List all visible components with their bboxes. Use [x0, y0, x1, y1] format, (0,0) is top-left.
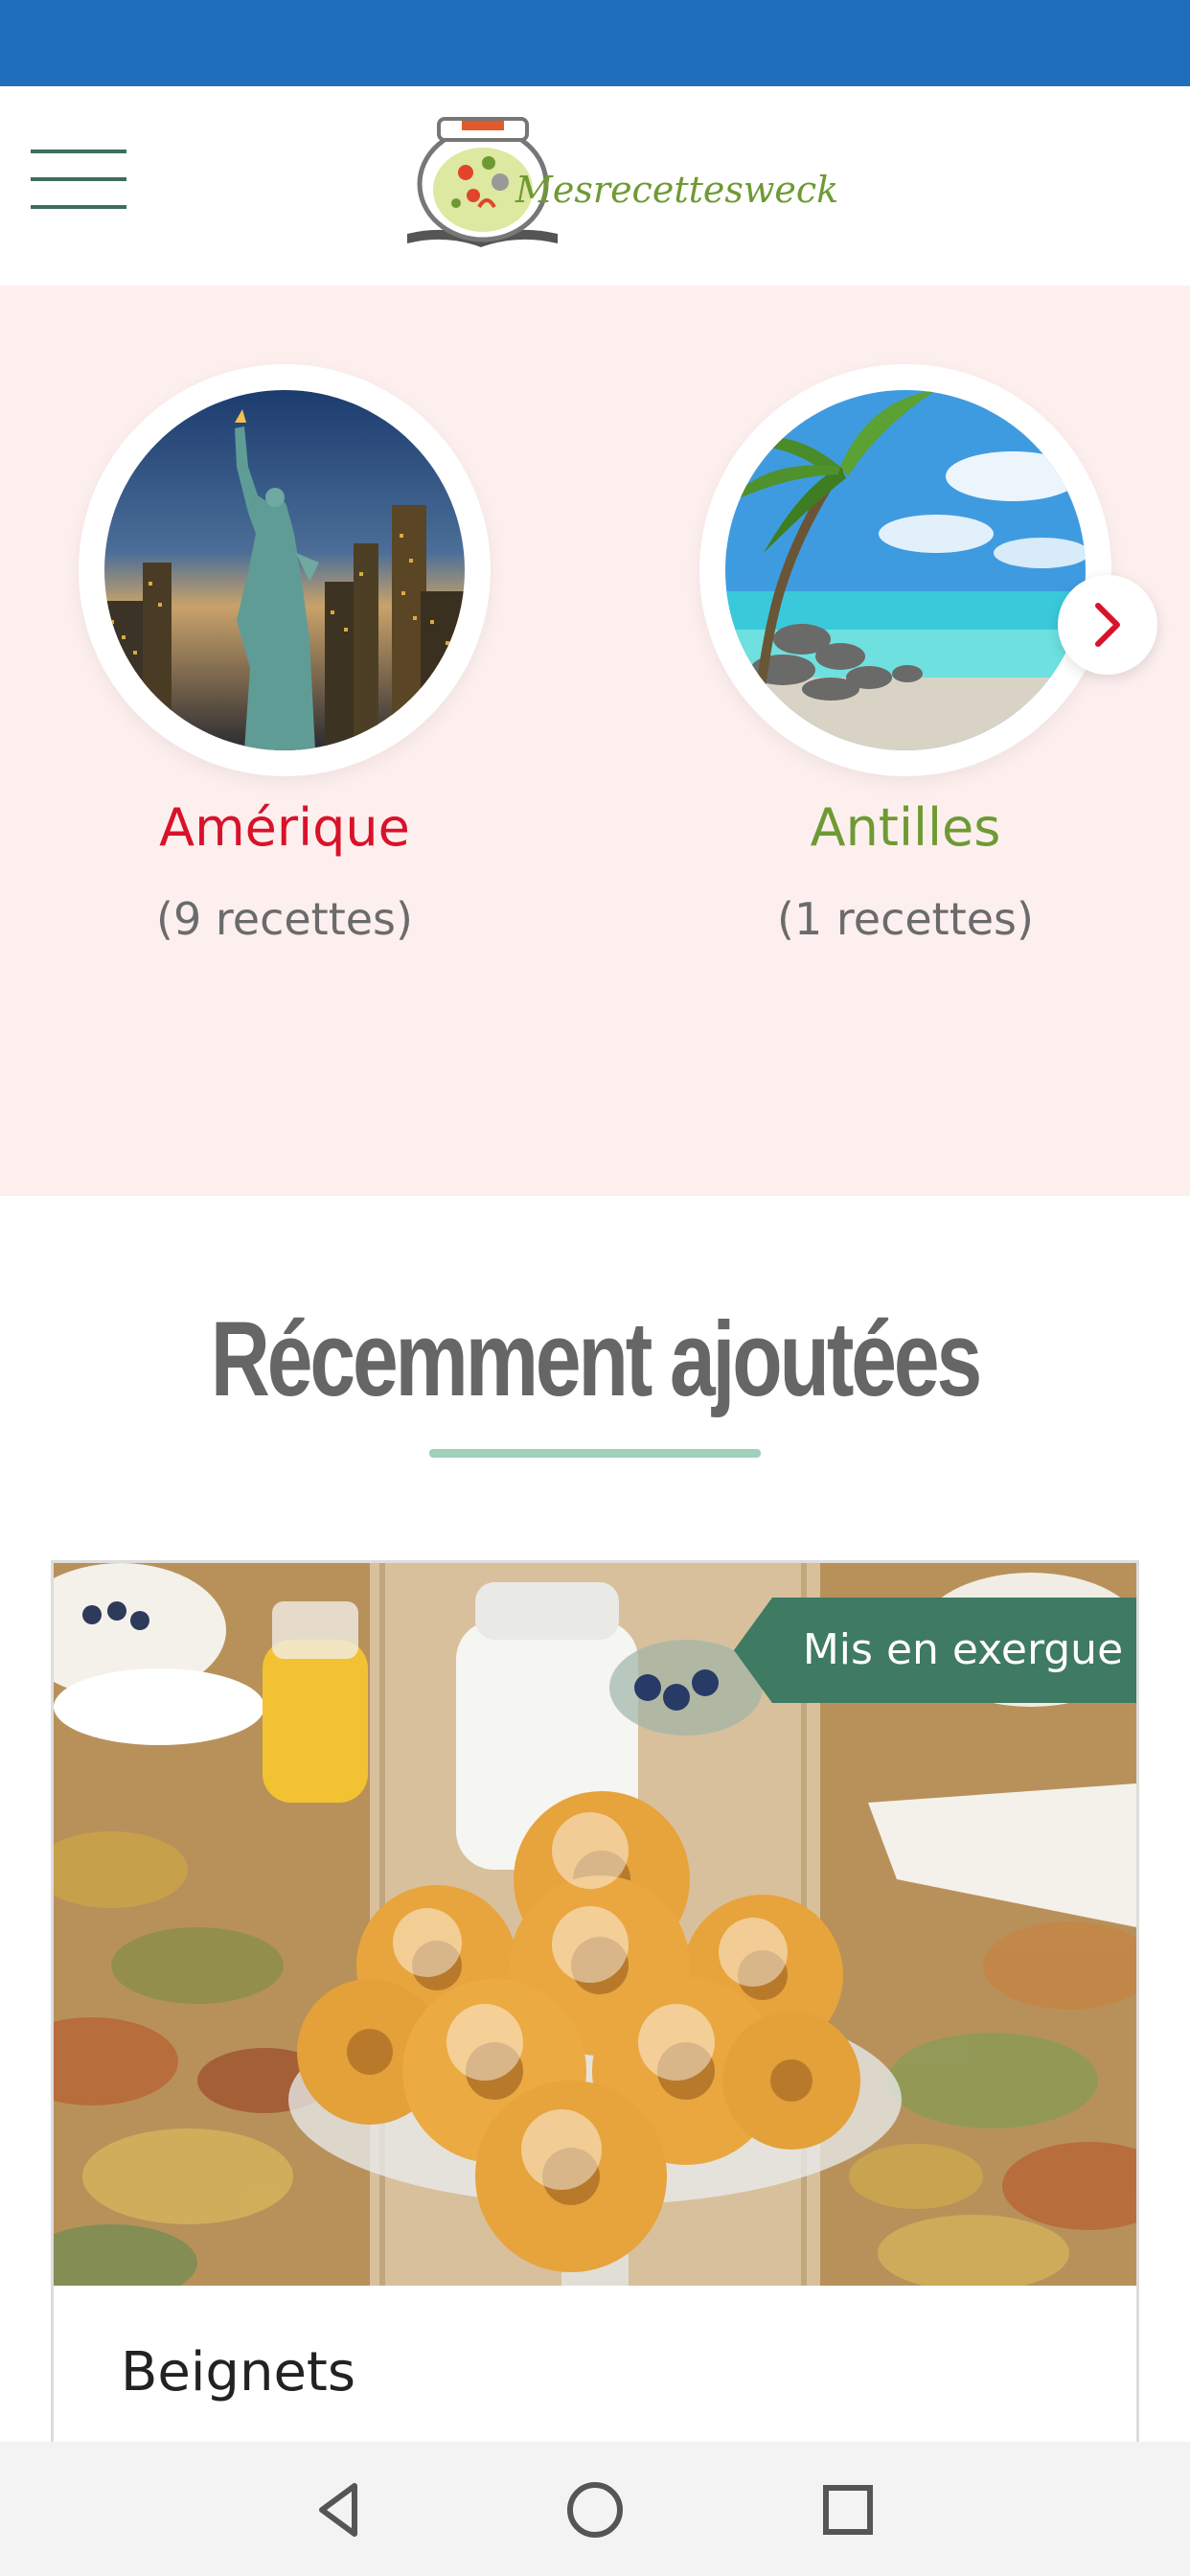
region-image-frame [79, 364, 491, 776]
title-underline [429, 1449, 761, 1458]
system-navigation-bar [0, 2442, 1190, 2576]
tropical-beach-image [725, 390, 1086, 750]
hamburger-menu-icon[interactable] [31, 150, 126, 209]
carousel-next-button[interactable] [1058, 575, 1157, 675]
region-recipe-count: (9 recettes) [156, 893, 413, 945]
site-logo[interactable]: Mesrecettesweck [402, 111, 838, 264]
statue-of-liberty-image [104, 390, 465, 750]
logo-wordmark: Mesrecettesweck [515, 169, 839, 211]
region-recipe-count: (1 recettes) [777, 893, 1034, 945]
app-header: Mesrecettesweck [0, 86, 1190, 286]
region-name[interactable]: Amérique [79, 797, 491, 858]
region-name[interactable]: Antilles [699, 797, 1111, 858]
recent-apps-square-icon[interactable] [814, 2476, 881, 2543]
recipe-title[interactable]: Beignets [121, 2341, 355, 2404]
home-circle-icon[interactable] [561, 2476, 629, 2543]
section-title: Récemment ajoutées [210, 1300, 982, 1418]
back-triangle-icon[interactable] [307, 2476, 374, 2543]
region-image-frame [699, 364, 1111, 776]
featured-badge-label: Mis en exergue [802, 1625, 1124, 1674]
featured-badge[interactable]: Mis en exergue [734, 1598, 1136, 1703]
chevron-right-icon [1095, 603, 1120, 647]
status-bar [0, 0, 1190, 86]
featured-recipe-card[interactable]: Mis en exergue Beignets [51, 1560, 1139, 2576]
regions-carousel: Amérique (9 recettes) Antilles (1 recett… [0, 286, 1190, 1196]
